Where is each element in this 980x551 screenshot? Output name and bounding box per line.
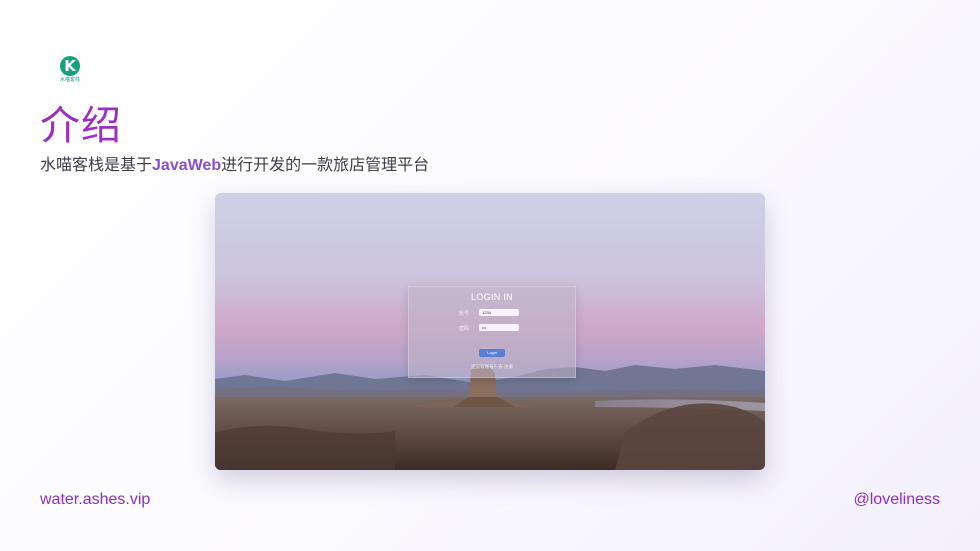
password-input[interactable]: ••• bbox=[479, 324, 519, 331]
subtitle-prefix: 水喵客栈是基于 bbox=[40, 157, 153, 174]
slide-title: 介绍 bbox=[40, 103, 122, 149]
register-link[interactable]: 还没有账号？去 注册 bbox=[409, 364, 575, 370]
login-card: LOGIN IN 账号 1234 密码 ••• Login 还没有账号？去 注册 bbox=[408, 286, 576, 378]
slide-subtitle: 水喵客栈是基于JavaWeb进行开发的一款旅店管理平台 bbox=[40, 154, 429, 178]
account-input[interactable]: 1234 bbox=[479, 309, 519, 316]
login-title: LOGIN IN bbox=[471, 292, 513, 302]
login-button[interactable]: Login bbox=[479, 349, 505, 357]
account-label: 账号 bbox=[459, 311, 470, 317]
logo-text: 水喵客栈 bbox=[59, 77, 80, 83]
subtitle-suffix: 进行开发的一款旅店管理平台 bbox=[221, 157, 430, 174]
logo-mark: K bbox=[64, 57, 76, 75]
footer-website: water.ashes.vip bbox=[40, 491, 151, 508]
subtitle-highlight: JavaWeb bbox=[152, 157, 222, 174]
brand-logo: K 水喵客栈 bbox=[58, 56, 82, 84]
login-page-screenshot: LOGIN IN 账号 1234 密码 ••• Login 还没有账号？去 注册 bbox=[215, 193, 765, 470]
password-label: 密码 bbox=[459, 326, 470, 332]
footer-author: @loveliness bbox=[853, 491, 941, 508]
